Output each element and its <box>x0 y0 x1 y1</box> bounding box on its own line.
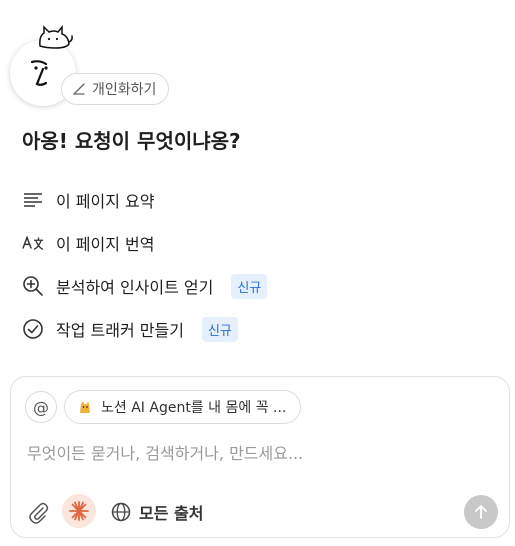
attach-button[interactable] <box>27 501 51 525</box>
send-button[interactable] <box>464 495 498 529</box>
action-label: 분석하여 인사이트 얻기 <box>56 278 214 297</box>
zoom-in-icon <box>22 275 44 297</box>
action-summarize-page[interactable]: 이 페이지 요약 <box>22 186 322 214</box>
cat-page-icon <box>80 401 90 413</box>
pencil-icon <box>73 83 85 95</box>
action-label: 작업 트래커 만들기 <box>56 321 184 340</box>
action-label: 이 페이지 요약 <box>56 192 155 211</box>
check-circle-icon <box>22 318 44 340</box>
prompt-composer: @ 노션 AI Agent를 내 몸에 꼭 ... 모든 출처 <box>10 376 510 538</box>
arrow-up-icon <box>475 505 487 519</box>
paperclip-icon <box>29 502 49 524</box>
action-translate-page[interactable]: 이 페이지 번역 <box>22 229 322 257</box>
mention-button[interactable]: @ <box>25 391 57 423</box>
all-sources-button[interactable]: 모든 출처 <box>111 498 203 526</box>
personalize-button[interactable]: 개인화하기 <box>61 73 170 105</box>
summary-lines-icon <box>22 189 44 211</box>
action-create-task-tracker[interactable]: 작업 트래커 만들기 신규 <box>22 315 322 343</box>
sparkle-burst-icon <box>69 501 89 521</box>
translate-icon <box>22 232 44 254</box>
globe-icon <box>111 502 131 522</box>
personalize-label: 개인화하기 <box>92 82 157 98</box>
greeting-title: 아옹! 요청이 무엇이냐옹? <box>22 129 241 153</box>
action-analyze-insights[interactable]: 분석하여 인사이트 얻기 신규 <box>22 272 322 300</box>
context-chip-label: 노션 AI Agent를 내 몸에 꼭 ... <box>101 400 287 416</box>
new-badge: 신규 <box>231 273 268 299</box>
sources-label: 모든 출처 <box>139 504 204 523</box>
ai-model-button[interactable] <box>62 494 96 528</box>
new-badge: 신규 <box>201 316 238 342</box>
suggested-actions: 이 페이지 요약 이 페이지 번역 분석하여 인사이트 얻기 신규 작업 트래커 <box>22 186 322 358</box>
action-label: 이 페이지 번역 <box>56 235 155 254</box>
cat-mascot-icon <box>39 24 73 49</box>
prompt-input[interactable] <box>27 441 487 465</box>
context-page-chip[interactable]: 노션 AI Agent를 내 몸에 꼭 ... <box>64 390 302 424</box>
